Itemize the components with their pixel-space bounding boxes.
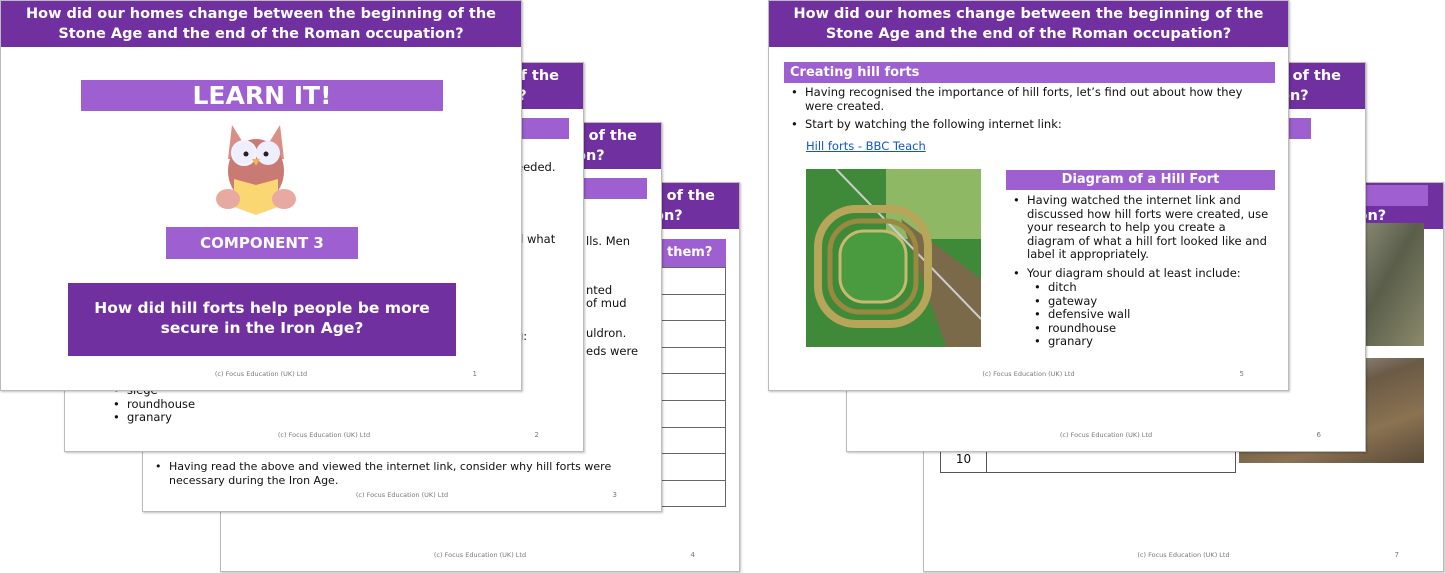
component-label: COMPONENT 3	[166, 227, 358, 259]
footer: (c) Focus Education (UK) Ltd	[355, 491, 449, 499]
footer: (c) Focus Education (UK) Ltd	[982, 370, 1075, 378]
page-number: 1	[472, 370, 477, 378]
list-item: roundhouse	[1032, 321, 1130, 336]
slide-1[interactable]: How did our homes change between the beg…	[0, 0, 522, 391]
learn-it-banner: LEARN IT!	[81, 80, 443, 111]
diagram-title: Diagram of a Hill Fort	[1006, 170, 1275, 190]
list-item: defensive wall	[1032, 308, 1130, 322]
slide-5[interactable]: How did our homes change between the beg…	[768, 0, 1289, 391]
text-fragment: uldron.	[586, 326, 627, 340]
text-fragment: nted	[586, 283, 613, 297]
footer: (c) Focus Education (UK) Ltd	[433, 551, 527, 559]
bullet-list: Having read the above and viewed the int…	[153, 460, 623, 487]
list-item: granary	[111, 411, 195, 425]
page-number: 7	[1394, 551, 1399, 559]
list-item: granary	[1032, 335, 1130, 349]
page-number: 5	[1239, 370, 1244, 378]
page-number: 3	[612, 491, 617, 499]
intro-bullets: Having recognised the importance of hill…	[789, 85, 1259, 132]
footer: (c) Focus Education (UK) Ltd	[277, 431, 371, 439]
hill-fort-aerial-photo	[806, 169, 981, 347]
slide-header: How did our homes change between the beg…	[769, 1, 1288, 47]
questions-table	[661, 267, 726, 508]
bullet-item: Having watched the internet link and dis…	[1011, 193, 1273, 262]
list-item: ditch	[1032, 280, 1130, 295]
include-list: ditch gateway defensive wall roundhouse …	[1032, 280, 1130, 349]
table-header: them?	[661, 239, 726, 267]
diagram-bullets: Having watched the internet link and dis…	[1011, 193, 1273, 281]
bullet-item: Having recognised the importance of hill…	[789, 85, 1259, 113]
lesson-question: How did hill forts help people be more s…	[68, 283, 456, 356]
page-number: 6	[1316, 431, 1321, 439]
owl-reading-book-icon	[216, 125, 296, 215]
bullet-item: Your diagram should at least include:	[1011, 266, 1273, 281]
bullet-item: Having read the above and viewed the int…	[153, 460, 623, 487]
text-fragment: of mud	[586, 296, 627, 310]
page-number: 4	[690, 551, 695, 559]
text-fragment: eds were	[586, 344, 639, 358]
section-title: Creating hill forts	[784, 62, 1275, 83]
page-number: 2	[534, 431, 539, 439]
footer: (c) Focus Education (UK) Ltd	[1137, 551, 1230, 559]
slide-header: How did our homes change between the beg…	[1, 1, 521, 47]
bbc-teach-link[interactable]: Hill forts - BBC Teach	[806, 139, 926, 153]
list-item: roundhouse	[111, 397, 195, 412]
footer: (c) Focus Education (UK) Ltd	[214, 370, 308, 378]
footer: (c) Focus Education (UK) Ltd	[1059, 431, 1153, 439]
bullet-item: Start by watching the following internet…	[789, 118, 1259, 132]
list-item: gateway	[1032, 294, 1130, 309]
text-fragment: lls. Men	[586, 234, 630, 248]
